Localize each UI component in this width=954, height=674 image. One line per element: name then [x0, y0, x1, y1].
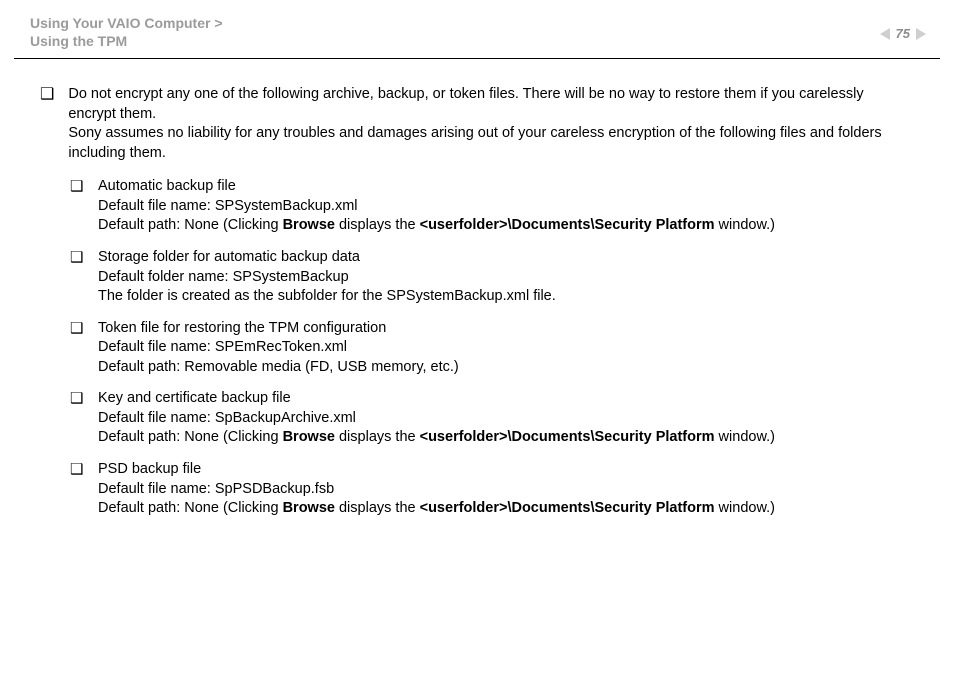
list-item-body: Token file for restoring the TPM configu…: [98, 319, 914, 378]
item-line: Default path: None (Clicking Browse disp…: [98, 216, 914, 236]
page-number: 75: [894, 26, 912, 41]
item-line: Default file name: SPSystemBackup.xml: [98, 197, 914, 217]
text: Default path: None (Clicking: [98, 429, 283, 445]
item-title: PSD backup file: [98, 460, 914, 480]
next-page-icon[interactable]: [916, 28, 926, 40]
browse-label: Browse: [283, 217, 335, 233]
intro-paragraph-1: Do not encrypt any one of the following …: [68, 85, 914, 124]
bullet-icon: ❑: [70, 248, 84, 307]
text: displays the: [335, 429, 420, 445]
prev-page-icon[interactable]: [880, 28, 890, 40]
list-item-body: PSD backup file Default file name: SpPSD…: [98, 460, 914, 519]
bullet-icon: ❑: [70, 177, 84, 236]
list-item: ❑ PSD backup file Default file name: SpP…: [70, 460, 914, 519]
text: window.): [715, 217, 775, 233]
bullet-icon: ❑: [70, 460, 84, 519]
text: Default path: None (Clicking: [98, 217, 283, 233]
page: Using Your VAIO Computer > Using the TPM…: [0, 0, 954, 674]
item-line: Default file name: SpBackupArchive.xml: [98, 409, 914, 429]
item-line: The folder is created as the subfolder f…: [98, 287, 914, 307]
bullet-icon: ❑: [40, 85, 54, 163]
top-level-item: ❑ Do not encrypt any one of the followin…: [40, 85, 914, 163]
breadcrumb-separator: >: [214, 15, 222, 31]
breadcrumb-line-2: Using the TPM: [30, 32, 924, 50]
page-navigation: 75: [880, 26, 926, 41]
breadcrumb: Using Your VAIO Computer > Using the TPM: [30, 14, 924, 50]
item-line: Default path: Removable media (FD, USB m…: [98, 358, 914, 378]
list-item: ❑ Storage folder for automatic backup da…: [70, 248, 914, 307]
browse-label: Browse: [283, 429, 335, 445]
header: Using Your VAIO Computer > Using the TPM…: [0, 0, 954, 58]
intro-paragraph-2: Sony assumes no liability for any troubl…: [68, 124, 914, 163]
text: window.): [715, 429, 775, 445]
item-line: Default file name: SPEmRecToken.xml: [98, 338, 914, 358]
content: ❑ Do not encrypt any one of the followin…: [0, 59, 954, 519]
item-line: Default file name: SpPSDBackup.fsb: [98, 480, 914, 500]
item-title: Key and certificate backup file: [98, 389, 914, 409]
list-item-body: Key and certificate backup file Default …: [98, 389, 914, 448]
path-label: <userfolder>\Documents\Security Platform: [420, 217, 715, 233]
list-item-body: Storage folder for automatic backup data…: [98, 248, 914, 307]
bullet-icon: ❑: [70, 389, 84, 448]
breadcrumb-section[interactable]: Using Your VAIO Computer: [30, 15, 210, 31]
browse-label: Browse: [283, 500, 335, 516]
bullet-icon: ❑: [70, 319, 84, 378]
breadcrumb-line-1: Using Your VAIO Computer >: [30, 14, 924, 32]
item-title: Storage folder for automatic backup data: [98, 248, 914, 268]
text: displays the: [335, 217, 420, 233]
item-title: Automatic backup file: [98, 177, 914, 197]
list-item: ❑ Automatic backup file Default file nam…: [70, 177, 914, 236]
top-level-body: Do not encrypt any one of the following …: [68, 85, 914, 163]
item-title: Token file for restoring the TPM configu…: [98, 319, 914, 339]
text: displays the: [335, 500, 420, 516]
item-line: Default path: None (Clicking Browse disp…: [98, 428, 914, 448]
list-item: ❑ Key and certificate backup file Defaul…: [70, 389, 914, 448]
path-label: <userfolder>\Documents\Security Platform: [420, 500, 715, 516]
list-item-body: Automatic backup file Default file name:…: [98, 177, 914, 236]
breadcrumb-subsection[interactable]: Using the TPM: [30, 33, 127, 49]
sublist: ❑ Automatic backup file Default file nam…: [70, 177, 914, 518]
item-line: Default path: None (Clicking Browse disp…: [98, 499, 914, 519]
path-label: <userfolder>\Documents\Security Platform: [420, 429, 715, 445]
item-line: Default folder name: SPSystemBackup: [98, 268, 914, 288]
text: window.): [715, 500, 775, 516]
list-item: ❑ Token file for restoring the TPM confi…: [70, 319, 914, 378]
text: Default path: None (Clicking: [98, 500, 283, 516]
